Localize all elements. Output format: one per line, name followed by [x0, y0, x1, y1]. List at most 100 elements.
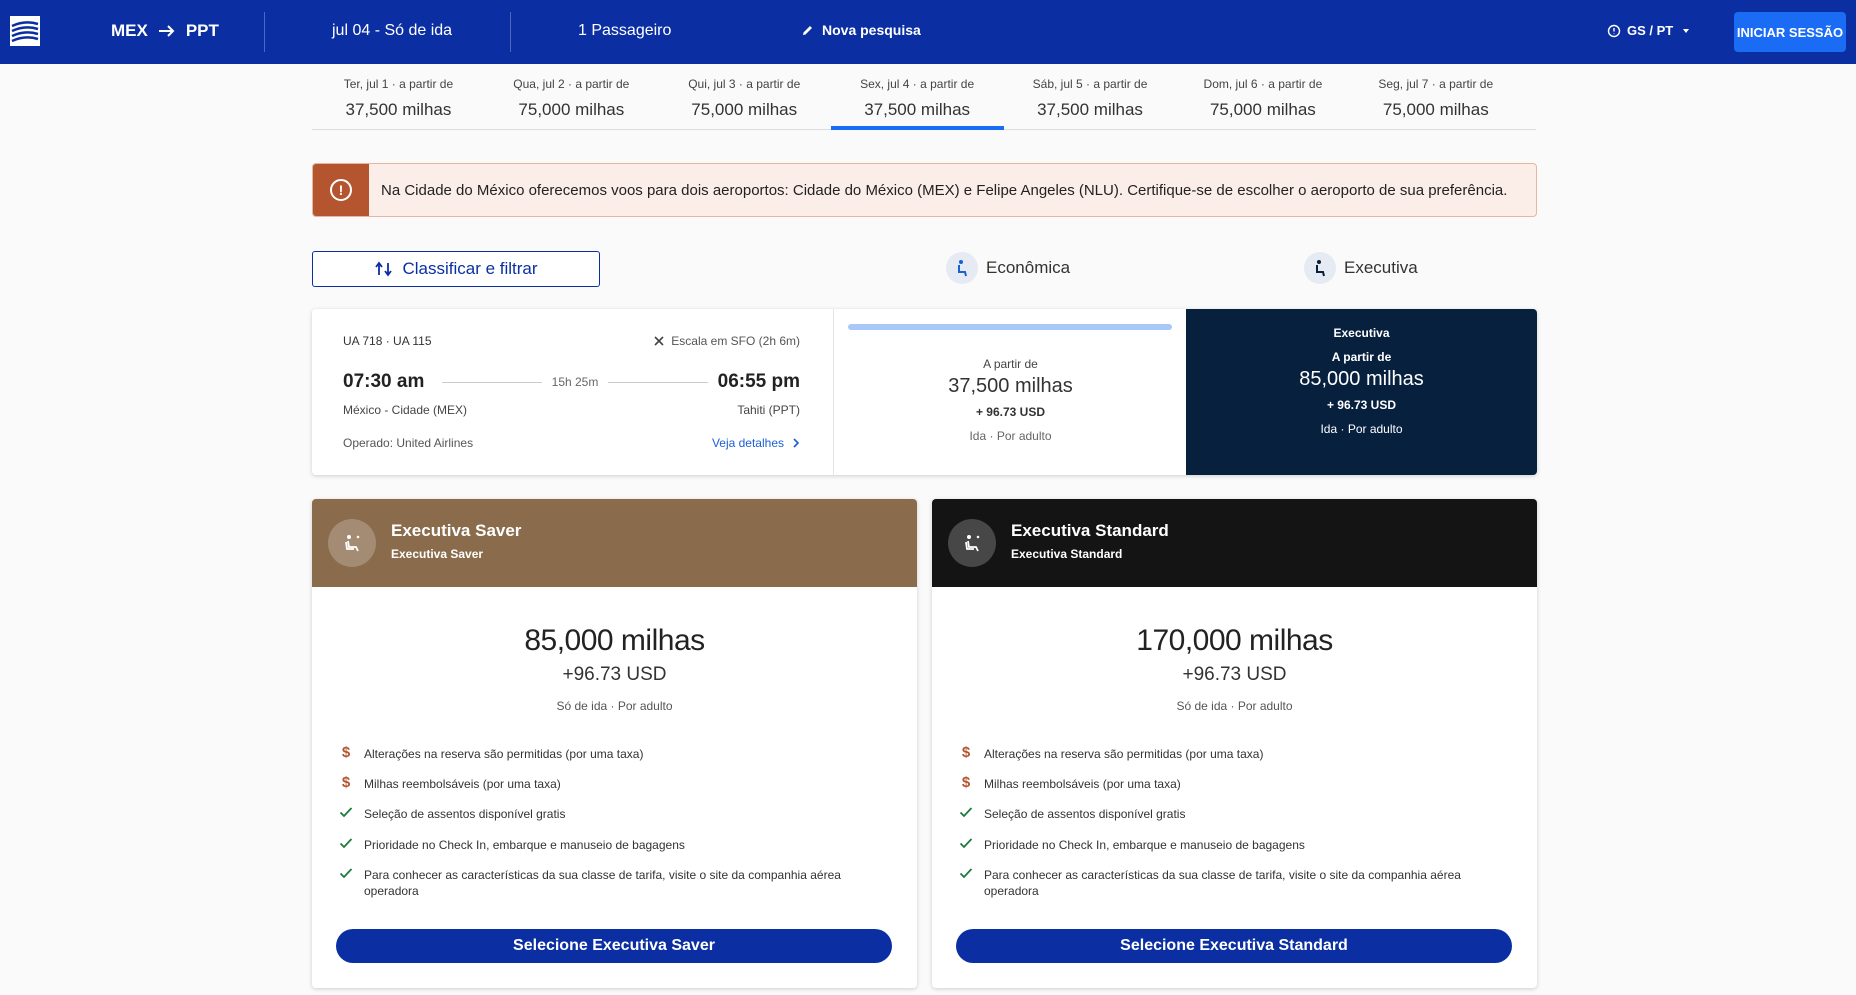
- fare-feature: Prioridade no Check In, embarque e manus…: [338, 837, 878, 853]
- date-tab[interactable]: Sex, jul 4 · a partir de 37,500 milhas: [830, 70, 1004, 130]
- select-saver-button[interactable]: Selecione Executiva Saver: [336, 929, 892, 963]
- airline-logo-icon[interactable]: [10, 16, 46, 48]
- check-icon: [958, 867, 974, 879]
- fare-header: Executiva Saver Executiva Saver: [312, 499, 917, 587]
- fare-miles: 170,000 milhas: [1136, 624, 1333, 657]
- dollar-icon: $: [341, 744, 351, 761]
- login-button[interactable]: INICIAR SESSÃO: [1734, 12, 1846, 52]
- fare-feature: $ Milhas reembolsáveis (por uma taxa): [958, 774, 1498, 792]
- sort-filter-button[interactable]: Classificar e filtrar: [312, 251, 600, 287]
- fare-feature: $ Alterações na reserva são permitidas (p…: [958, 744, 1498, 762]
- fare-subtitle: Executiva Standard: [1011, 547, 1123, 561]
- recline-seat-icon: [948, 519, 996, 567]
- date-tab-label: Sex, jul 4 · a partir de: [860, 77, 975, 91]
- fare-usd: +96.73 USD: [1182, 664, 1287, 685]
- operated-by: Operado: United Airlines: [343, 436, 474, 450]
- executive-price-option[interactable]: Executiva A partir de 85,000 milhas + 96…: [1186, 309, 1537, 475]
- exclamation-circle-icon: !: [330, 179, 352, 201]
- fare-feature-text: Milhas reembolsáveis (por uma taxa): [364, 777, 561, 792]
- fare-feature: $ Milhas reembolsáveis (por uma taxa): [338, 774, 878, 792]
- executive-sub: Ida · Por adulto: [1320, 422, 1403, 436]
- economy-usd: + 96.73 USD: [975, 405, 1046, 419]
- economy-price-option[interactable]: A partir de 37,500 milhas + 96.73 USD Id…: [833, 309, 1187, 475]
- fare-feature-text: Alterações na reserva são permitidas (po…: [364, 747, 644, 761]
- dollar-icon: $: [341, 774, 351, 792]
- dollar-icon: $: [961, 744, 971, 761]
- sort-filter-label: Classificar e filtrar: [402, 259, 538, 278]
- date-tab-label: Qui, jul 3 · a partir de: [688, 77, 801, 91]
- cabin-economy-label: Econômica: [986, 258, 1071, 277]
- date-tab[interactable]: Qua, jul 2 · a partir de 75,000 milhas: [485, 70, 658, 129]
- executive-from-label: A partir de: [1331, 350, 1392, 364]
- flight-info: UA 718 · UA 115 Escala em SFO (2h 6m) 07…: [312, 309, 832, 475]
- date-summary[interactable]: jul 04 - Só de ida: [332, 22, 452, 40]
- fare-usd: +96.73 USD: [562, 664, 667, 685]
- stop-info: Escala em SFO (2h 6m): [653, 334, 800, 348]
- stop-label: Escala em SFO (2h 6m): [671, 334, 800, 348]
- flight-duration: 15h 25m: [551, 375, 599, 389]
- fare-feature-text: Alterações na reserva são permitidas (po…: [984, 747, 1264, 761]
- select-standard-button[interactable]: Selecione Executiva Standard: [956, 929, 1512, 963]
- details-link-label: Veja detalhes: [711, 436, 784, 450]
- origin-code: MEX: [111, 21, 148, 40]
- check-icon: [338, 867, 354, 879]
- fare-feature: Seleção de assentos disponível gratis: [338, 806, 878, 822]
- fare-feature: $ Alterações na reserva são permitidas (p…: [338, 744, 878, 762]
- date-tab-miles: 75,000 milhas: [518, 100, 625, 119]
- top-bar: MEX PPT jul 04 - Só de ida 1 Passageiro …: [0, 0, 1856, 64]
- new-search-label: Nova pesquisa: [822, 22, 921, 38]
- fare-title: Executiva Standard: [1011, 521, 1169, 540]
- passenger-summary[interactable]: 1 Passageiro: [578, 22, 671, 40]
- fare-sub: Só de ida · Por adulto: [1176, 699, 1293, 713]
- cabin-executive-label: Executiva: [1344, 258, 1418, 277]
- airport-alert: ! Na Cidade do México oferecemos voos pa…: [312, 163, 1537, 217]
- details-link[interactable]: Veja detalhes: [712, 436, 800, 450]
- globe-icon: [1607, 24, 1621, 37]
- fare-feature-text: Prioridade no Check In, embarque e manus…: [364, 837, 685, 852]
- economy-miles: 37,500 milhas: [948, 375, 1073, 397]
- caret-down-icon: [1683, 28, 1690, 33]
- fare-card-standard: Executiva Standard Executiva Standard 17…: [932, 499, 1537, 988]
- date-tab[interactable]: Ter, jul 1 · a partir de 37,500 milhas: [312, 70, 485, 129]
- date-selector: Ter, jul 1 · a partir de 37,500 milhas Qua…: [312, 70, 1536, 130]
- locale-selector[interactable]: GS / PT: [1607, 23, 1693, 38]
- arrival-time: 06:55 pm: [717, 371, 800, 392]
- recline-seat-icon: [328, 519, 376, 567]
- date-tab[interactable]: Dom, jul 6 · a partir de 75,000 milhas: [1176, 70, 1349, 129]
- date-tab-label: Sáb, jul 5 · a partir de: [1032, 77, 1148, 91]
- date-tab[interactable]: Seg, jul 7 · a partir de 75,000 milhas: [1349, 70, 1522, 129]
- date-tab-label: Seg, jul 7 · a partir de: [1378, 77, 1494, 91]
- executive-usd: + 96.73 USD: [1326, 398, 1397, 412]
- fare-feature-text: Seleção de assentos disponível gratis: [984, 807, 1186, 822]
- fare-card-saver: Executiva Saver Executiva Saver 85,000 m…: [312, 499, 917, 988]
- flight-card: UA 718 · UA 115 Escala em SFO (2h 6m) 07…: [312, 309, 1537, 475]
- fare-feature-text: Para conhecer as características da sua …: [364, 867, 841, 898]
- route-summary[interactable]: MEX PPT: [111, 21, 219, 41]
- check-icon: [958, 837, 974, 849]
- pencil-icon: [803, 25, 812, 35]
- date-tab[interactable]: Sáb, jul 5 · a partir de 37,500 milhas: [1004, 70, 1177, 129]
- fare-feature-text: Milhas reembolsáveis (por uma taxa): [984, 777, 1181, 792]
- divider: [264, 12, 265, 52]
- cabin-header-executive: Executiva: [1304, 252, 1418, 284]
- date-tab-miles: 75,000 milhas: [1382, 100, 1489, 119]
- check-icon: [958, 806, 974, 818]
- fare-title: Executiva Saver: [391, 521, 522, 540]
- executive-miles: 85,000 milhas: [1299, 368, 1424, 390]
- economy-sub: Ida · Por adulto: [969, 429, 1052, 443]
- duration-line: [608, 382, 708, 383]
- fare-feature: Para conhecer as características da sua …: [958, 867, 1498, 899]
- date-tab-label: Dom, jul 6 · a partir de: [1203, 77, 1323, 91]
- fare-subtitle: Executiva Saver: [391, 547, 484, 561]
- dollar-icon: $: [961, 774, 971, 792]
- date-tab-miles: 37,500 milhas: [1037, 100, 1143, 119]
- check-icon: [338, 837, 354, 849]
- new-search-button[interactable]: Nova pesquisa: [801, 22, 921, 38]
- date-tab[interactable]: Qui, jul 3 · a partir de 75,000 milhas: [658, 70, 831, 129]
- fare-features: $ Alterações na reserva são permitidas (p…: [958, 744, 1498, 913]
- economy-from-label: A partir de: [983, 357, 1038, 371]
- date-tab-label: Qua, jul 2 · a partir de: [513, 77, 630, 91]
- alert-text: Na Cidade do México oferecemos voos para…: [381, 181, 1508, 199]
- seat-icon: [946, 252, 978, 284]
- plane-icon: [654, 336, 664, 346]
